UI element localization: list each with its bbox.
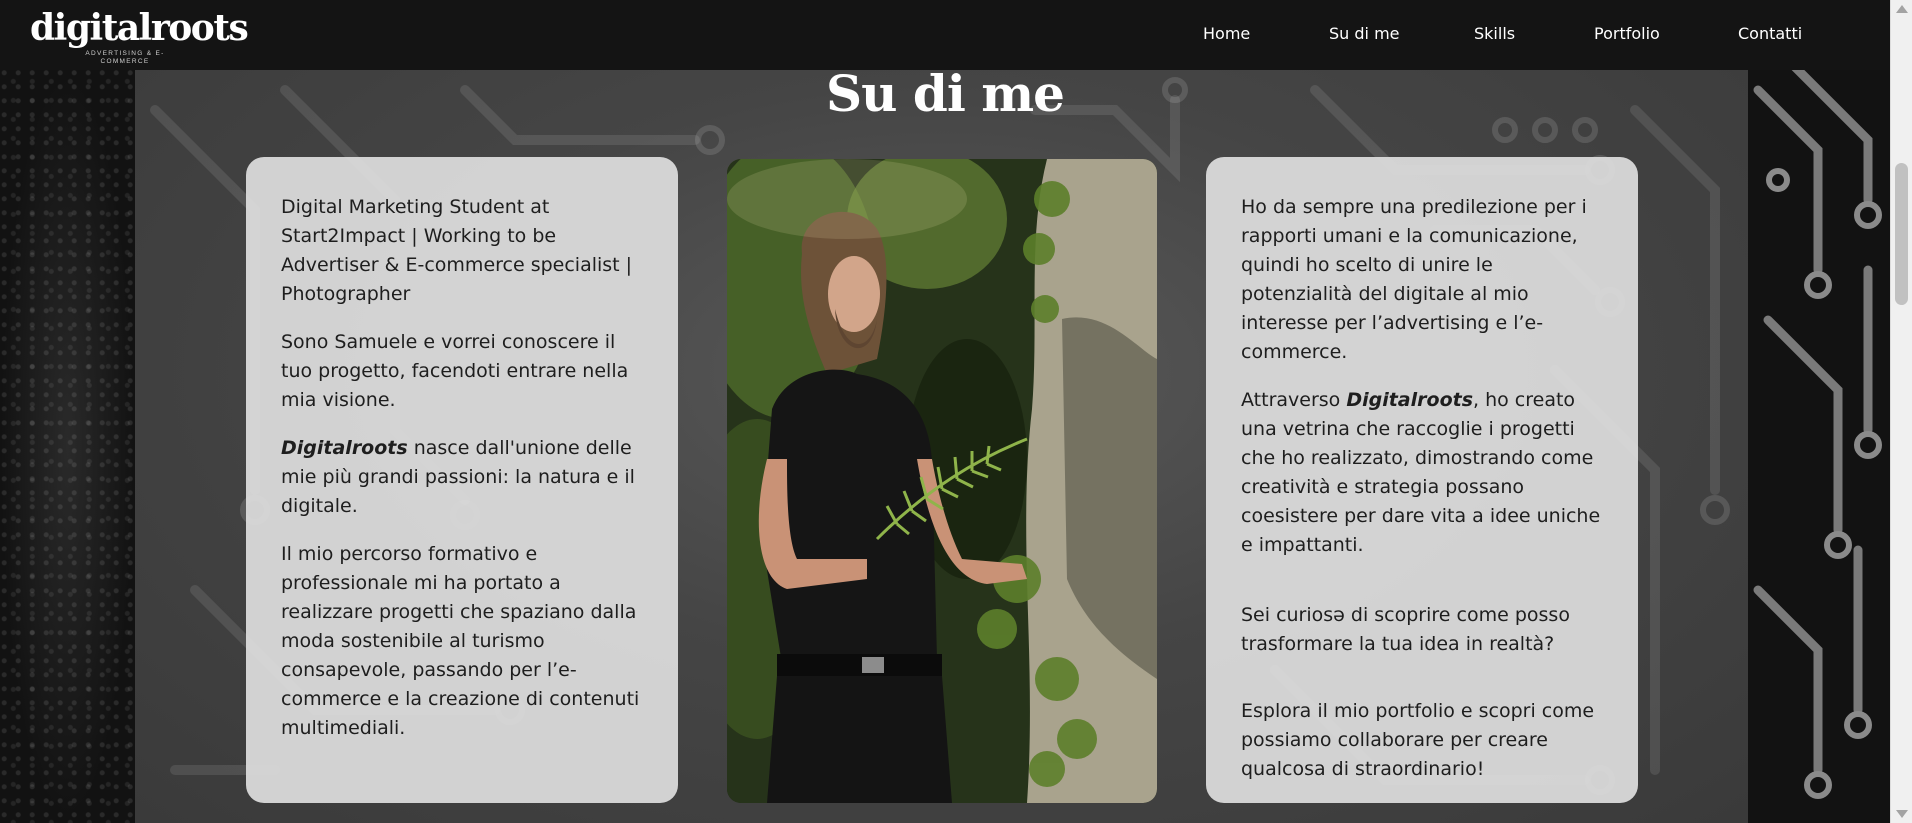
about-brand-origin: Digitalroots nasce dall'unione delle mie… bbox=[281, 434, 650, 521]
about-question: Sei curiosə di scoprire come posso trasf… bbox=[1241, 604, 1570, 655]
nav-portfolio[interactable]: Portfolio bbox=[1594, 24, 1660, 43]
nav-su-di-me[interactable]: Su di me bbox=[1329, 24, 1400, 43]
about-showcase: Attraverso Digitalroots, ho creato una v… bbox=[1241, 386, 1610, 560]
about-card-right: Ho da sempre una predilezione per i rapp… bbox=[1206, 157, 1638, 803]
showcase-lead: Attraverso bbox=[1241, 389, 1347, 411]
about-headline: Digital Marketing Student at Start2Impac… bbox=[281, 196, 633, 305]
scroll-up-arrow-icon[interactable] bbox=[1896, 5, 1908, 13]
about-call-to-action: Esplora il mio portfolio e scopri come p… bbox=[1241, 700, 1595, 780]
nav-skills[interactable]: Skills bbox=[1474, 24, 1515, 43]
about-intro: Sono Samuele e vorrei conoscere il tuo p… bbox=[281, 331, 629, 411]
profile-photo bbox=[727, 159, 1157, 803]
page-scrollbar[interactable] bbox=[1890, 0, 1912, 823]
main-nav: Home Su di me Skills Portfolio Contatti bbox=[0, 0, 1890, 70]
section-title: Su di me bbox=[826, 64, 1065, 123]
scroll-down-arrow-icon[interactable] bbox=[1896, 810, 1908, 818]
about-card-left: Digital Marketing Student at Start2Impac… bbox=[246, 157, 678, 803]
scroll-thumb[interactable] bbox=[1895, 163, 1908, 305]
brand-name-emphasis: Digitalroots bbox=[281, 437, 408, 459]
background-foliage-left bbox=[0, 70, 135, 823]
nav-contatti[interactable]: Contatti bbox=[1738, 24, 1802, 43]
about-career: Il mio percorso formativo e professional… bbox=[281, 543, 640, 739]
brand-name-emphasis: Digitalroots bbox=[1346, 389, 1474, 411]
site-header: digitalroots ADVERTISING & E-COMMERCE Ho… bbox=[0, 0, 1890, 70]
background-circuit-right bbox=[1748, 70, 1890, 823]
nav-home[interactable]: Home bbox=[1203, 24, 1250, 43]
showcase-text: , ho creato una vetrina che raccoglie i … bbox=[1241, 389, 1601, 556]
about-passion: Ho da sempre una predilezione per i rapp… bbox=[1241, 196, 1587, 363]
